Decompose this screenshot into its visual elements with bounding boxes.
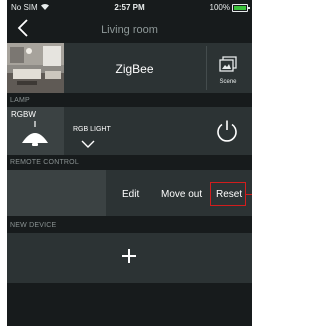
remote-control-tile[interactable] [7,170,106,216]
pendant-lamp-icon [22,121,48,146]
section-header-remote-control: REMOTE CONTROL [10,159,79,166]
add-device-button[interactable] [7,233,252,283]
lamp-tile[interactable]: RGBW [7,107,64,155]
hub-row[interactable]: ZigBee Scene [7,43,252,93]
scene-button[interactable]: Scene [208,46,248,90]
callout-line [246,194,252,195]
remote-control-row: Edit Move out Reset [7,170,252,216]
scene-icon [219,56,237,72]
nav-bar: Living room [7,15,252,43]
power-icon[interactable] [215,119,239,143]
chevron-down-icon[interactable] [81,139,95,149]
hub-name: ZigBee [115,62,154,76]
status-bar: No SIM 2:57 PM 100% [7,0,252,15]
lamp-row: RGBW RGB LIGHT [7,107,252,155]
edit-button[interactable]: Edit [122,189,139,200]
battery-icon [232,4,250,12]
move-out-button[interactable]: Move out [161,189,202,200]
reset-button[interactable]: Reset [216,189,242,200]
scene-label: Scene [219,79,237,85]
lamp-name: RGB LIGHT [73,126,111,133]
lamp-type-label: RGBW [11,110,36,119]
battery-percent: 100% [209,3,230,12]
room-photo [7,43,64,93]
divider [206,46,207,90]
section-header-new-device: NEW DEVICE [10,222,57,229]
plus-icon [122,249,136,263]
page-title: Living room [101,24,158,36]
app-screen: No SIM 2:57 PM 100% Living room ZigBee S… [7,0,252,326]
section-header-lamp: LAMP [10,97,30,104]
